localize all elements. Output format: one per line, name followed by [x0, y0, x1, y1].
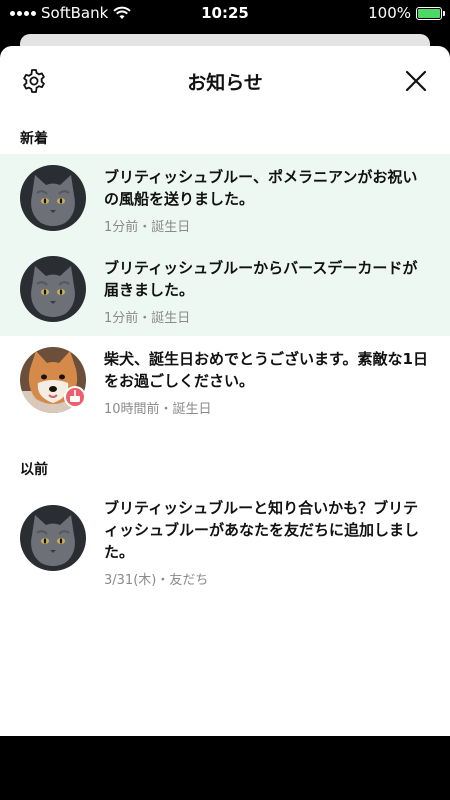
battery-group: 100%: [368, 4, 445, 22]
grey-cat-avatar-icon: [20, 505, 86, 571]
notification-item[interactable]: ブリティッシュブルーからバースデーカードが届きました。 1分前・誕生日: [0, 245, 450, 336]
status-bar: SoftBank 10:25 100%: [0, 0, 450, 26]
section-label-earlier: 以前: [20, 462, 48, 478]
notification-item[interactable]: ブリティッシュブルーと知り合いかも？ブリティッシュブルーがあなたを友だちに追加し…: [0, 485, 450, 595]
notification-body: ブリティッシュブルーと知り合いかも？ブリティッシュブルーがあなたを友だちに追加し…: [104, 497, 430, 588]
notification-body: 柴犬、誕生日おめでとうございます。素敵な1日をお過ごしください。 10時間前・誕…: [104, 348, 430, 417]
notification-body: ブリティッシュブルー、ポメラニアンがお祝いの風船を送りました。 1分前・誕生日: [104, 166, 430, 235]
notification-message: ブリティッシュブルー、ポメラニアンがお祝いの風船を送りました。: [104, 168, 418, 208]
battery-icon: [416, 6, 445, 20]
close-button[interactable]: [403, 68, 429, 94]
page-title: お知らせ: [187, 72, 263, 94]
avatar[interactable]: [20, 256, 86, 322]
notification-message: ブリティッシュブルーと知り合いかも？ブリティッシュブルーがあなたを友だちに追加し…: [104, 499, 420, 561]
notification-meta: 1分前・誕生日: [104, 220, 191, 235]
notification-body: ブリティッシュブルーからバースデーカードが届きました。 1分前・誕生日: [104, 257, 430, 326]
avatar[interactable]: [20, 505, 86, 571]
notification-message: 柴犬、誕生日おめでとうございます。素敵な1日をお過ごしください。: [104, 350, 428, 390]
sheet-header: お知らせ: [0, 46, 450, 116]
close-icon: [405, 70, 427, 92]
badge: [64, 386, 86, 408]
grey-cat-avatar-icon: [20, 256, 86, 322]
notification-message: ブリティッシュブルーからバースデーカードが届きました。: [104, 259, 418, 299]
notification-meta: 1分前・誕生日: [104, 311, 191, 326]
notification-item[interactable]: 柴犬、誕生日おめでとうございます。素敵な1日をお過ごしください。 10時間前・誕…: [0, 336, 450, 427]
battery-percent: 100%: [368, 4, 411, 22]
notification-meta: 3/31(木)・友だち: [104, 573, 209, 588]
notification-meta: 10時間前・誕生日: [104, 402, 212, 417]
section-label-new: 新着: [20, 131, 48, 147]
avatar[interactable]: [20, 165, 86, 231]
notification-item[interactable]: ブリティッシュブルー、ポメラニアンがお祝いの風船を送りました。 1分前・誕生日: [0, 154, 450, 245]
birthday-cake-icon: [70, 390, 80, 402]
grey-cat-avatar-icon: [20, 165, 86, 231]
notifications-sheet: お知らせ 新着 ブリティッシュブルー、ポメラニアンがお祝いの風船を送りました。 …: [0, 46, 450, 736]
